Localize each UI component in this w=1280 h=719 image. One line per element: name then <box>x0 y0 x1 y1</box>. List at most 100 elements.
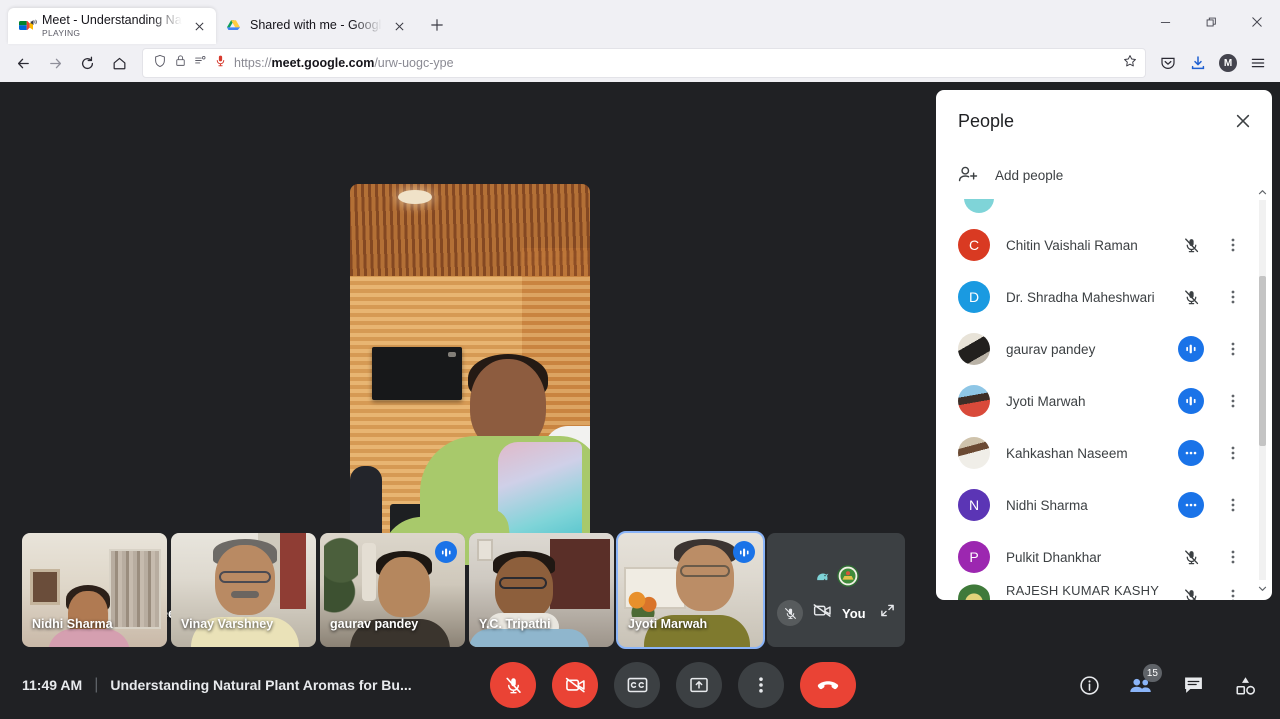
participant-row-rajesh-kumar-kashyap[interactable]: RAJESH KUMAR KASHY <box>958 583 1272 600</box>
show-everyone-button[interactable]: 15 <box>1124 664 1162 702</box>
participant-name: Dr. Shradha Maheshwari <box>1006 289 1155 305</box>
camera-off-button[interactable] <box>552 662 598 708</box>
minimize-icon[interactable] <box>1142 2 1188 42</box>
mic-off-icon[interactable] <box>1178 544 1204 570</box>
mic-off-icon[interactable] <box>1178 284 1204 310</box>
speaking-indicator-icon[interactable] <box>1178 336 1204 363</box>
participant-row-dr-shradha-maheshwari[interactable]: D Dr. Shradha Maheshwari <box>958 271 1272 323</box>
shield-icon[interactable] <box>153 54 167 73</box>
dinosaur-avatar <box>813 565 859 587</box>
url-domain: meet.google.com <box>271 56 375 70</box>
pocket-icon[interactable] <box>1154 49 1182 77</box>
thumbnail-name: Y.C. Tripathi <box>479 617 551 631</box>
participant-row-kahkashan-naseem[interactable]: Kahkashan Naseem <box>958 427 1272 479</box>
mic-off-icon[interactable] <box>777 600 803 626</box>
speaking-dots-icon[interactable] <box>1178 492 1204 519</box>
account-avatar[interactable]: M <box>1214 49 1242 77</box>
thumbnail-name: gaurav pandey <box>330 617 419 631</box>
tab-close-icon[interactable] <box>390 17 408 35</box>
back-arrow-icon[interactable] <box>8 48 38 78</box>
leave-call-button[interactable] <box>800 662 856 708</box>
meeting-details-button[interactable] <box>1072 668 1106 702</box>
self-view-tile[interactable]: You <box>767 533 905 647</box>
more-vertical-icon[interactable] <box>1220 440 1246 466</box>
present-screen-button[interactable] <box>676 662 722 708</box>
restore-icon[interactable] <box>1188 2 1234 42</box>
thumbnail-gaurav-pandey[interactable]: gaurav pandey <box>320 533 465 647</box>
participant-list-scrollbar[interactable] <box>1257 186 1268 594</box>
microphone-blocked-icon[interactable] <box>214 54 227 72</box>
captions-button[interactable] <box>614 662 660 708</box>
more-vertical-icon[interactable] <box>1220 388 1246 414</box>
participant-row-nidhi-sharma[interactable]: N Nidhi Sharma <box>958 479 1272 531</box>
mic-off-button[interactable] <box>490 662 536 708</box>
participant-row-chitin-vaishali-raman[interactable]: C Chitin Vaishali Raman <box>958 219 1272 271</box>
more-vertical-icon[interactable] <box>1220 583 1246 600</box>
avatar: N <box>958 489 990 522</box>
meeting-title: Understanding Natural Plant Aromas for B… <box>110 677 412 693</box>
home-icon[interactable] <box>104 48 134 78</box>
star-icon[interactable] <box>1123 54 1137 73</box>
main-speaker-video[interactable] <box>350 184 590 565</box>
tab-google-drive[interactable]: Shared with me - Google Drive <box>216 8 416 44</box>
downloads-icon[interactable] <box>1184 49 1212 77</box>
thumbnail-nidhi-sharma[interactable]: Nidhi Sharma <box>22 533 167 647</box>
forward-arrow-icon[interactable] <box>40 48 70 78</box>
address-bar[interactable]: https://meet.google.com/urw-uogc-ype <box>142 48 1146 78</box>
tab-strip: Meet - Understanding Natural P PLAYING S… <box>0 0 1280 44</box>
thumbnail-yc-tripathi[interactable]: Y.C. Tripathi <box>469 533 614 647</box>
more-vertical-icon[interactable] <box>1220 492 1246 518</box>
avatar <box>958 437 990 470</box>
add-person-icon <box>958 165 979 187</box>
camera-off-icon[interactable] <box>813 603 832 623</box>
participant-name: Kahkashan Naseem <box>1006 445 1128 461</box>
google-drive-icon <box>226 18 242 34</box>
participant-name: Pulkit Dhankhar <box>1006 549 1102 565</box>
participant-list[interactable]: C Chitin Vaishali Raman D Dr. Shradha Ma… <box>936 199 1272 600</box>
self-view-label: You <box>842 605 866 621</box>
avatar <box>958 333 990 366</box>
thumbnail-jyoti-marwah[interactable]: Jyoti Marwah <box>616 531 765 649</box>
permissions-icon[interactable] <box>194 54 207 72</box>
activities-button[interactable] <box>1228 668 1262 702</box>
mic-off-icon[interactable] <box>1178 583 1204 600</box>
mic-off-icon[interactable] <box>1178 232 1204 258</box>
partial-scrolled-row <box>958 199 1272 219</box>
chat-button[interactable] <box>1176 668 1210 702</box>
more-vertical-icon[interactable] <box>1220 544 1246 570</box>
add-people-button[interactable]: Add people <box>936 153 1272 200</box>
speaking-dots-icon[interactable] <box>1178 440 1204 467</box>
chevron-up-icon[interactable] <box>1257 186 1268 198</box>
account-initial: M <box>1219 54 1237 72</box>
tab-meet[interactable]: Meet - Understanding Natural P PLAYING <box>8 8 216 44</box>
thumbnail-vinay-varshney[interactable]: Vinay Varshney <box>171 533 316 647</box>
chevron-down-icon[interactable] <box>1257 582 1268 594</box>
thumbnail-name: Vinay Varshney <box>181 617 274 631</box>
meeting-info: 11:49 AM | Understanding Natural Plant A… <box>0 676 412 694</box>
tab-close-icon[interactable] <box>190 17 208 35</box>
close-icon[interactable] <box>1234 2 1280 42</box>
speaking-indicator-icon <box>733 541 755 563</box>
url-scheme: https:// <box>234 56 272 70</box>
more-options-button[interactable] <box>738 662 784 708</box>
participant-row-gaurav-pandey[interactable]: gaurav pandey <box>958 323 1272 375</box>
more-vertical-icon[interactable] <box>1220 336 1246 362</box>
more-vertical-icon[interactable] <box>1220 284 1246 310</box>
more-vertical-icon[interactable] <box>1220 232 1246 258</box>
scrollbar-thumb[interactable] <box>1259 276 1266 446</box>
participant-row-pulkit-dhankhar[interactable]: P Pulkit Dhankhar <box>958 531 1272 583</box>
add-people-label: Add people <box>995 168 1064 184</box>
reload-icon[interactable] <box>72 48 102 78</box>
expand-icon[interactable] <box>880 603 895 623</box>
app-menu-icon[interactable] <box>1244 49 1272 77</box>
avatar <box>958 385 990 418</box>
new-tab-button[interactable] <box>422 10 452 40</box>
browser-window: Meet - Understanding Natural P PLAYING S… <box>0 0 1280 719</box>
participant-thumbnail-strip: Nidhi Sharma Vinay Varshney gaurav pande… <box>0 531 905 649</box>
close-icon[interactable] <box>1226 104 1260 138</box>
lock-icon[interactable] <box>174 54 187 72</box>
url-text[interactable]: https://meet.google.com/urw-uogc-ype <box>234 56 1116 70</box>
participant-row-jyoti-marwah[interactable]: Jyoti Marwah <box>958 375 1272 427</box>
speaking-indicator-icon[interactable] <box>1178 388 1204 415</box>
video-stage: Kahkashan Naseem Nidhi Sharma Vinay Vars… <box>0 82 1280 651</box>
